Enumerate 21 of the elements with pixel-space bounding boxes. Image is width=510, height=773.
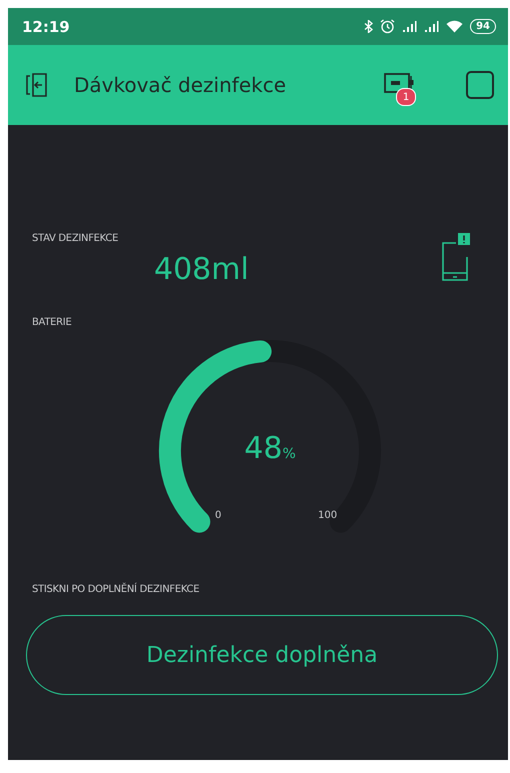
notification-badge: 1 (396, 88, 416, 106)
phone-notification-icon (442, 233, 470, 281)
gauge-unit: % (282, 446, 296, 462)
refill-button[interactable]: Dezinfekce doplněna (26, 615, 498, 695)
alarm-icon (380, 19, 396, 34)
display-value: 408ml (154, 252, 249, 287)
app-title: Dávkovač dezinfekce (74, 73, 288, 97)
bluetooth-icon (364, 20, 374, 33)
gauge-label: BATERIE (32, 317, 72, 328)
battery-indicator: 94 (470, 19, 496, 34)
signal-icon (424, 20, 440, 32)
display-label: STAV DEZINFEKCE (32, 233, 120, 244)
gauge-value: 48 (244, 431, 282, 466)
wifi-icon (446, 20, 464, 33)
gauge-min: 0 (215, 510, 222, 521)
signal-icon (402, 20, 418, 32)
exit-icon[interactable] (26, 73, 48, 97)
action-label: STISKNI PO DOPLNĚNÍ DEZINFEKCE (32, 584, 200, 595)
gauge-max: 100 (318, 510, 338, 521)
square-button[interactable] (466, 71, 494, 99)
status-time: 12:19 (22, 18, 70, 36)
